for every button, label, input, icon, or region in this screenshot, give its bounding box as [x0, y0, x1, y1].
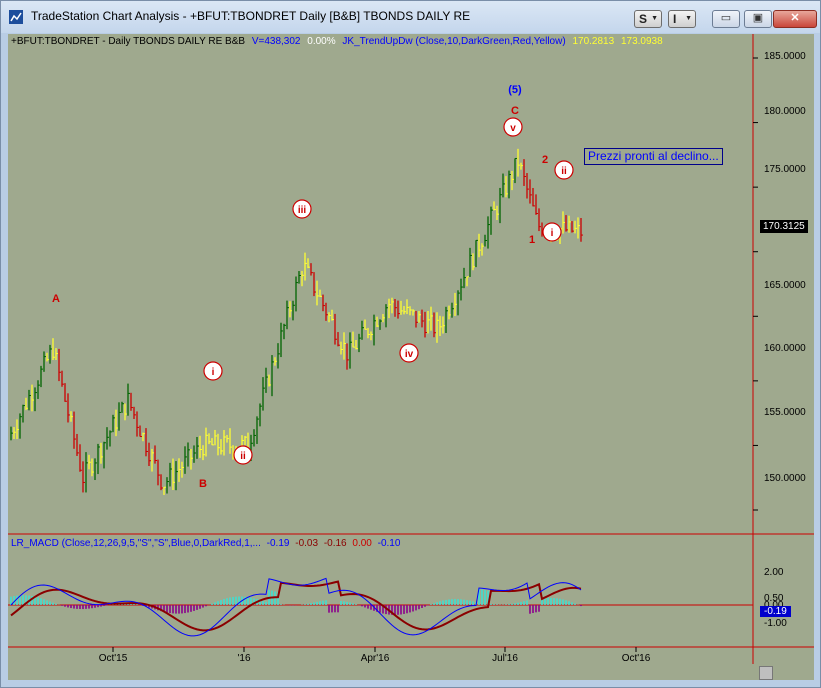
- macd-value-4: 0.00: [352, 538, 372, 549]
- wave-label-C: C: [511, 105, 519, 117]
- macd-value-1: -0.19: [266, 538, 290, 549]
- maximize-button[interactable]: ▣: [744, 10, 772, 28]
- macd-value-3: -0.16: [323, 538, 347, 549]
- wave-label-B: B: [199, 478, 207, 490]
- last-price-badge: 170.3125: [760, 220, 808, 233]
- wave-label-2: 2: [542, 154, 548, 166]
- x-tick: Apr'16: [360, 653, 390, 664]
- macd-value-5: -0.10: [377, 538, 401, 549]
- close-button[interactable]: ✕: [773, 10, 817, 28]
- volume-label: V=438,302: [251, 36, 301, 47]
- study-value-1: 170.2813: [572, 36, 615, 47]
- wave-label-sub-ii: ii: [561, 166, 567, 177]
- wave-label-ii: ii: [240, 451, 246, 462]
- price-tick: 185.0000: [764, 51, 806, 62]
- x-tick: Oct'15: [98, 653, 128, 664]
- price-tick: 165.0000: [764, 280, 806, 291]
- price-chart[interactable]: ABC(5)12iiiiiiivviii: [8, 34, 814, 680]
- chart-window: TradeStation Chart Analysis - +BFUT:TBON…: [0, 0, 821, 688]
- tradestation-icon: [9, 10, 23, 24]
- macd-value-2: -0.03: [295, 538, 319, 549]
- minimize-icon: ▭: [720, 12, 732, 24]
- window-title: TradeStation Chart Analysis - +BFUT:TBON…: [31, 9, 471, 23]
- minimize-button[interactable]: ▭: [712, 10, 740, 28]
- wave-label-5: (5): [508, 84, 522, 96]
- study-label: JK_TrendUpDw (Close,10,DarkGreen,Red,Yel…: [342, 36, 566, 47]
- change-label: 0.00%: [307, 36, 336, 47]
- price-tick: 160.0000: [764, 343, 806, 354]
- macd-tick: 2.00: [764, 567, 784, 578]
- macd-study-label: LR_MACD (Close,12,26,9,5,"S","S",Blue,0,…: [11, 538, 261, 549]
- maximize-icon: ▣: [752, 12, 764, 24]
- wave-label-A: A: [52, 293, 60, 305]
- chart-area[interactable]: A B C (5) 1 2 i ii iii iv v i ii +BFUT:TBONDRET - Da…: [8, 34, 814, 680]
- title-bar[interactable]: TradeStation Chart Analysis - +BFUT:TBON…: [1, 1, 820, 33]
- scrollbar-thumb[interactable]: [759, 666, 773, 680]
- macd-header: LR_MACD (Close,12,26,9,5,"S","S",Blue,0,…: [11, 538, 403, 549]
- wave-label-v: v: [510, 123, 516, 134]
- macd-last-badge: -0.19: [760, 606, 791, 617]
- macd-tick: -1.00: [764, 618, 787, 629]
- style-menu-button[interactable]: S ▼: [634, 10, 662, 28]
- macd-signal-line: [10, 580, 582, 632]
- wave-label-iii: iii: [298, 205, 307, 216]
- chart-header: +BFUT:TBONDRET - Daily TBONDS DAILY RE B…: [11, 36, 667, 47]
- annotation-note[interactable]: Prezzi pronti al declino...: [584, 148, 723, 165]
- wave-label-iv: iv: [405, 349, 414, 360]
- symbol-label: +BFUT:TBONDRET - Daily TBONDS DAILY RE B…: [11, 36, 246, 47]
- indicator-menu-button[interactable]: I ▼: [668, 10, 696, 28]
- price-tick: 150.0000: [764, 473, 806, 484]
- x-tick: '16: [237, 653, 251, 664]
- horizontal-scrollbar[interactable]: [8, 666, 814, 680]
- chevron-down-icon: ▼: [685, 15, 692, 22]
- macd-panel: [8, 577, 753, 637]
- wave-label-1: 1: [529, 234, 535, 246]
- close-icon: ✕: [790, 12, 800, 24]
- wave-labels: ABC(5)12iiiiiiivviii: [52, 84, 574, 490]
- price-tick: 155.0000: [764, 407, 806, 418]
- price-tick: 180.0000: [764, 106, 806, 117]
- x-tick: Jul'16: [492, 653, 518, 664]
- wave-label-sub-i: i: [551, 228, 554, 239]
- price-bars: [10, 148, 583, 495]
- study-value-2: 173.0938: [620, 36, 663, 47]
- macd-line: [10, 577, 582, 637]
- wave-label-i: i: [212, 367, 215, 378]
- chevron-down-icon: ▼: [651, 15, 658, 22]
- price-tick: 175.0000: [764, 164, 806, 175]
- x-tick: Oct'16: [621, 653, 651, 664]
